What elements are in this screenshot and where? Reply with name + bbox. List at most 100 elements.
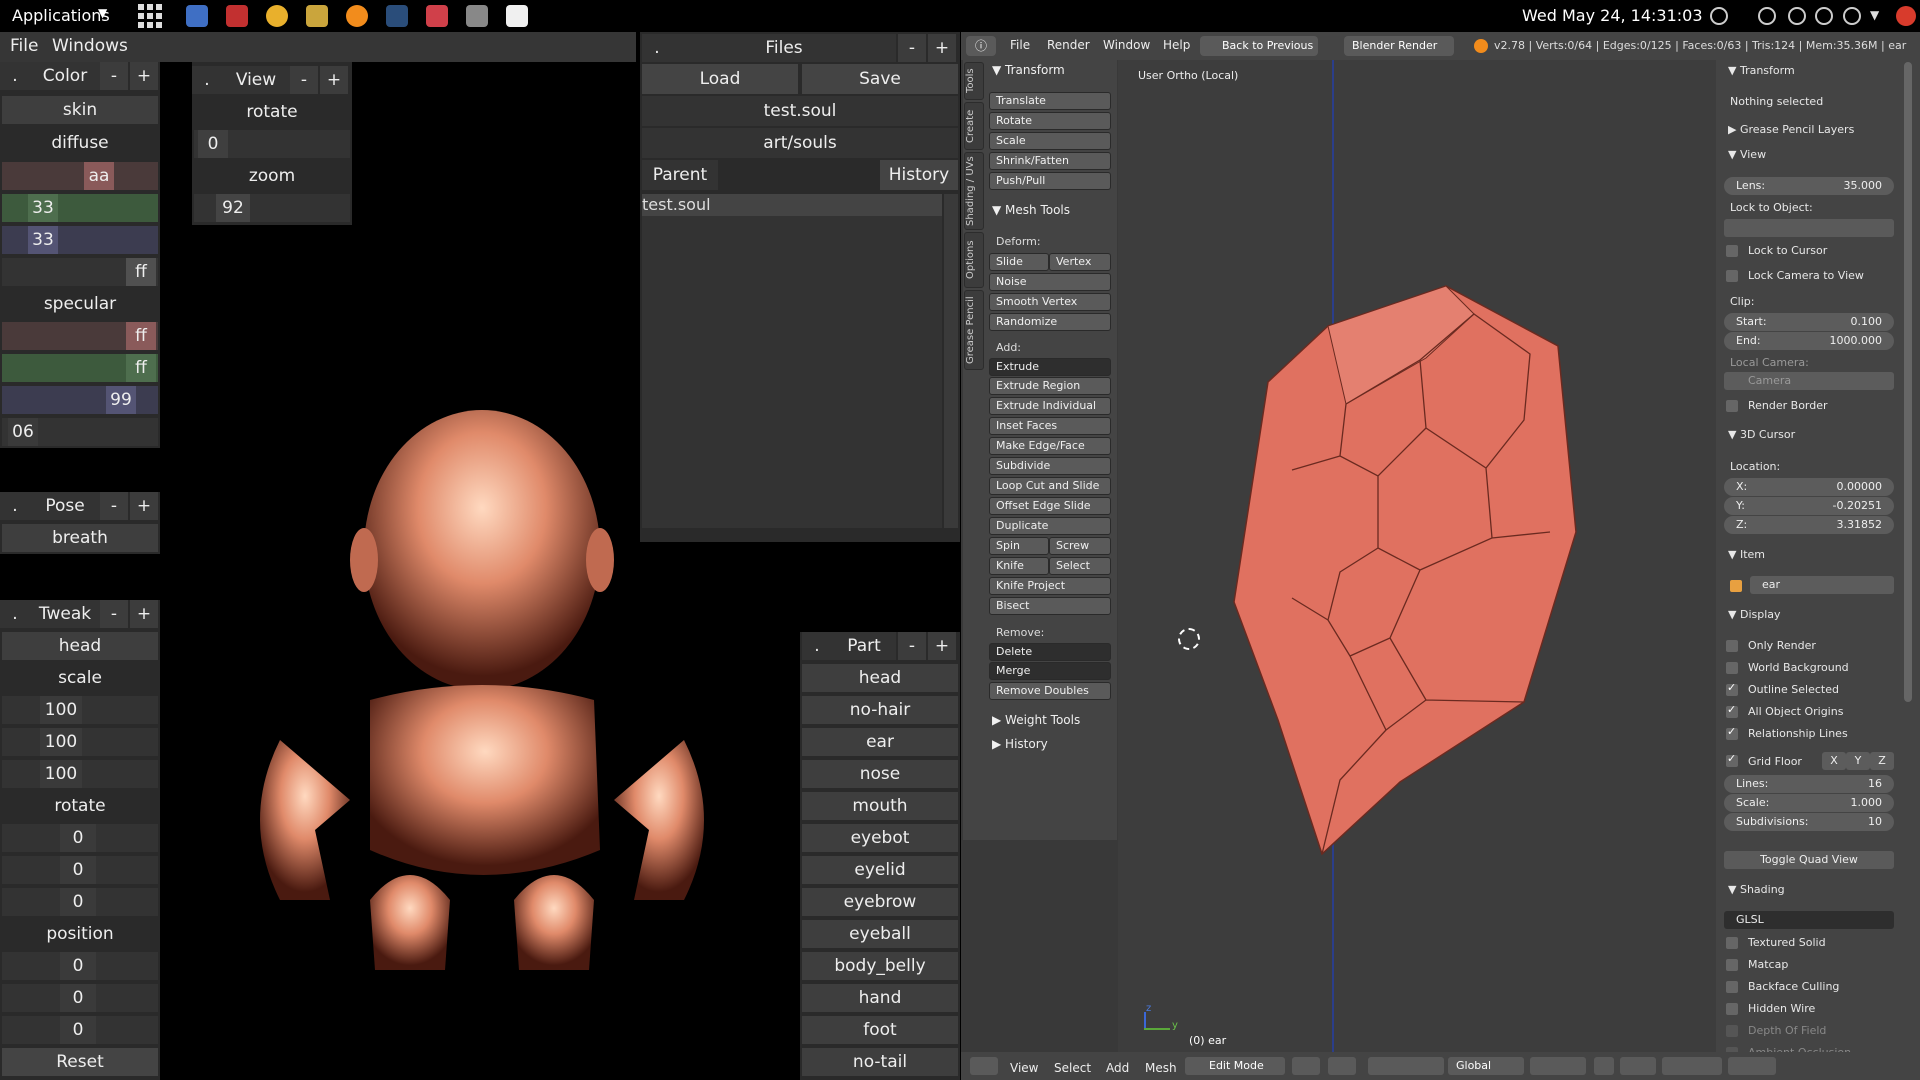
terminal-app-icon[interactable] [226, 5, 248, 27]
properties-scrollbar[interactable] [1904, 62, 1912, 702]
bisect-button[interactable]: Bisect [989, 597, 1111, 615]
toggle-quad-view-button[interactable]: Toggle Quad View [1724, 851, 1894, 869]
file-list-item[interactable]: test.soul [642, 194, 942, 216]
scale-z-value[interactable]: 100 [40, 760, 82, 788]
file-menu[interactable]: File [10, 36, 38, 56]
history-panel-header[interactable]: ▶ History [992, 737, 1048, 751]
skin-button[interactable]: skin [2, 96, 158, 124]
part-item-eyebot[interactable]: eyebot [802, 824, 958, 852]
knife-button[interactable]: Knife [989, 557, 1049, 575]
grid-lines-field[interactable]: Lines: 16 [1724, 775, 1894, 793]
screw-button[interactable]: Screw [1049, 537, 1111, 555]
specular-blue-value[interactable]: 99 [106, 386, 136, 414]
part-item-no-tail[interactable]: no-tail [802, 1048, 958, 1076]
history-button[interactable]: History [880, 160, 958, 190]
position-x-value[interactable]: 0 [60, 952, 96, 980]
rotate-y-value[interactable]: 0 [60, 856, 96, 884]
diffuse-blue-slider[interactable] [2, 226, 158, 254]
part-item-eyebrow[interactable]: eyebrow [802, 888, 958, 916]
pose-panel-dot[interactable]: . [0, 492, 30, 520]
power-icon[interactable] [1896, 6, 1916, 26]
files-panel-dot[interactable]: . [642, 34, 672, 62]
parent-button[interactable]: Parent [642, 160, 718, 190]
gimp-icon[interactable] [306, 5, 328, 27]
blender-render-menu[interactable]: Render [1047, 38, 1090, 52]
cursor-x-field[interactable]: X: 0.00000 [1724, 478, 1894, 496]
outline-selected-checkbox[interactable] [1726, 681, 1738, 696]
scale-y-value[interactable]: 100 [40, 728, 82, 756]
rp-shading-header[interactable]: ▼ Shading [1728, 883, 1785, 896]
chrome-icon[interactable] [266, 5, 288, 27]
grid-axis-x-toggle[interactable]: X [1822, 752, 1846, 770]
local-camera-field[interactable]: Camera [1724, 372, 1894, 390]
cursor-z-field[interactable]: Z: 3.31852 [1724, 516, 1894, 534]
specular-red-value[interactable]: ff [126, 322, 156, 350]
render-buttons[interactable] [1728, 1057, 1776, 1075]
save-button[interactable]: Save [802, 64, 958, 94]
file-name-field[interactable]: test.soul [642, 96, 958, 126]
tool-offset-edge-slide[interactable]: Offset Edge Slide [989, 497, 1111, 515]
blender-file-menu[interactable]: File [1010, 38, 1030, 52]
window-app-icon[interactable] [506, 5, 528, 27]
game-app-icon[interactable] [426, 5, 448, 27]
rotate-x-value[interactable]: 0 [60, 824, 96, 852]
tool-loop-cut-and-slide[interactable]: Loop Cut and Slide [989, 477, 1111, 495]
tool-duplicate[interactable]: Duplicate [989, 517, 1111, 535]
blender-help-menu[interactable]: Help [1163, 38, 1190, 52]
tab-grease-pencil[interactable]: Grease Pencil [964, 290, 984, 370]
lock-camera-checkbox[interactable] [1726, 270, 1738, 282]
merge-menu[interactable]: Merge [989, 662, 1111, 680]
clip-start-field[interactable]: Start: 0.100 [1724, 313, 1894, 331]
tool-rotate[interactable]: Rotate [989, 112, 1111, 130]
extrude-menu[interactable]: Extrude [989, 358, 1111, 376]
tool-push-pull[interactable]: Push/Pull [989, 172, 1111, 190]
snap-controls[interactable] [1662, 1057, 1722, 1075]
pivot-point-select[interactable] [1328, 1057, 1356, 1075]
view-panel-plus[interactable]: + [320, 66, 348, 94]
blender-icon[interactable] [346, 5, 368, 27]
part-panel-dot[interactable]: . [802, 632, 832, 660]
tool-inset-faces[interactable]: Inset Faces [989, 417, 1111, 435]
color-panel-dot[interactable]: . [0, 62, 30, 90]
clock[interactable]: Wed May 24, 14:31:03 [1522, 6, 1703, 25]
tweak-part-button[interactable]: head [2, 632, 158, 660]
tool-shrink-fatten[interactable]: Shrink/Fatten [989, 152, 1111, 170]
part-item-eyelid[interactable]: eyelid [802, 856, 958, 884]
files-panel-minus[interactable]: - [898, 34, 926, 62]
select-mode-buttons[interactable] [1530, 1057, 1586, 1075]
part-item-mouth[interactable]: mouth [802, 792, 958, 820]
part-item-hand[interactable]: hand [802, 984, 958, 1012]
app-grid-icon[interactable] [138, 4, 162, 28]
mesh-tools-header[interactable]: ▼ Mesh Tools [992, 203, 1070, 217]
remove-doubles-button[interactable]: Remove Doubles [989, 682, 1111, 700]
clip-end-field[interactable]: End: 1000.000 [1724, 332, 1894, 350]
cursor-y-field[interactable]: Y: -0.20251 [1724, 497, 1894, 515]
pose-breath-button[interactable]: breath [2, 524, 158, 552]
tab-shading-uvs[interactable]: Shading / UVs [964, 152, 984, 230]
editor-type-icon[interactable]: ⓘ [966, 36, 996, 56]
network-icon[interactable] [1758, 7, 1776, 25]
tool-randomize[interactable]: Randomize [989, 313, 1111, 331]
part-item-ear[interactable]: ear [802, 728, 958, 756]
view-panel-dot[interactable]: . [192, 66, 222, 94]
weight-tools-header[interactable]: ▶ Weight Tools [992, 713, 1080, 727]
diffuse-alpha-value[interactable]: ff [126, 258, 156, 286]
part-item-nose[interactable]: nose [802, 760, 958, 788]
shading-mode-select[interactable]: GLSL [1724, 911, 1894, 929]
delete-menu[interactable]: Delete [989, 643, 1111, 661]
tweak-panel-minus[interactable]: - [100, 600, 128, 628]
manipulator-toggles[interactable] [1368, 1057, 1444, 1075]
specular-alpha-value[interactable]: 06 [8, 418, 38, 446]
part-item-body_belly[interactable]: body_belly [802, 952, 958, 980]
viewport-view-menu[interactable]: View [1010, 1061, 1038, 1075]
knife-select-button[interactable]: Select [1049, 557, 1111, 575]
vertex-slide-button[interactable]: Vertex [1049, 253, 1111, 271]
render-engine-select[interactable]: Blender Render [1344, 36, 1454, 56]
pose-panel-plus[interactable]: + [130, 492, 158, 520]
world-background-checkbox[interactable] [1726, 662, 1738, 674]
3d-cursor-icon[interactable] [1178, 628, 1200, 650]
pose-panel-minus[interactable]: - [100, 492, 128, 520]
rp-view-header[interactable]: ▼ View [1728, 148, 1766, 161]
wifi-icon[interactable] [1788, 7, 1806, 25]
rp-3d-cursor-header[interactable]: ▼ 3D Cursor [1728, 428, 1795, 441]
